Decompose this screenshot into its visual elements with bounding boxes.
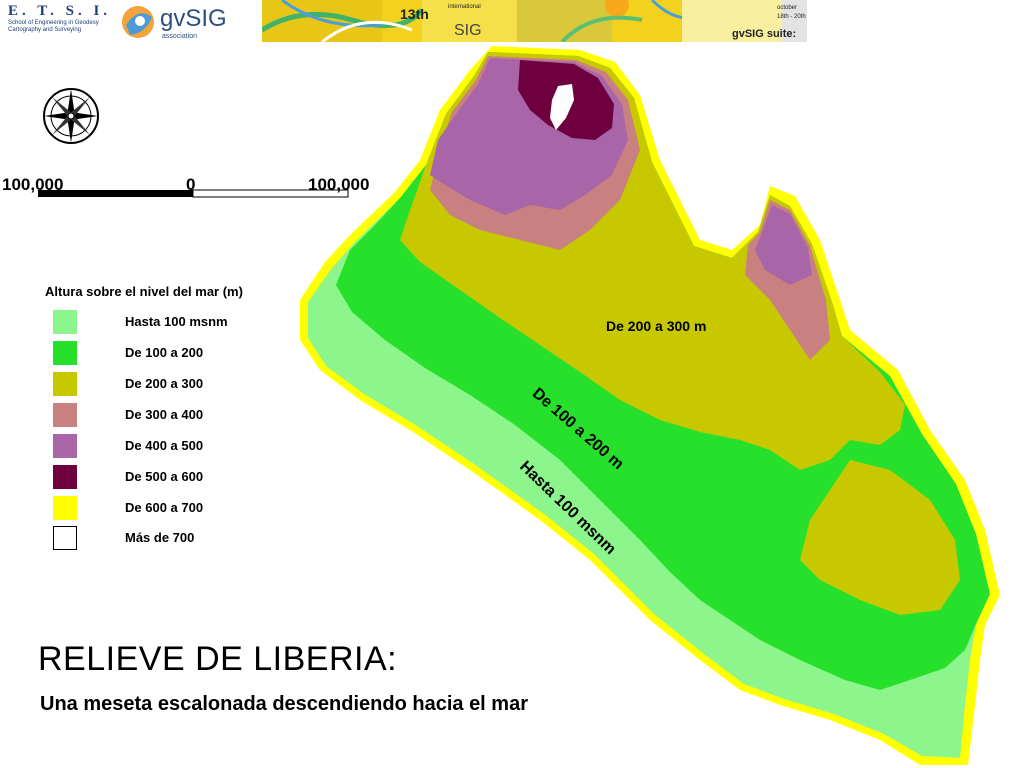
legend-swatch: [53, 341, 77, 365]
legend-swatch: [53, 496, 77, 520]
legend-item: Más de 700: [53, 526, 283, 552]
legend-label: De 600 a 700: [125, 500, 204, 515]
scale-label-center: 0: [186, 175, 196, 194]
legend-item: Hasta 100 msnm: [53, 310, 283, 336]
legend-swatch: [53, 403, 77, 427]
scale-label-left: 100,000: [2, 175, 64, 194]
legend-item: De 400 a 500: [53, 434, 283, 460]
legend-label: Más de 700: [125, 530, 195, 545]
scale-label-right: 100,000: [308, 175, 370, 194]
legend-swatch: [53, 310, 77, 334]
legend-label: De 200 a 300: [125, 376, 204, 391]
legend-swatch: [53, 372, 77, 396]
legend-swatch: [53, 434, 77, 458]
legend-item: De 500 a 600: [53, 465, 283, 491]
legend-item: De 100 a 200: [53, 341, 283, 367]
legend-label: De 500 a 600: [125, 469, 204, 484]
legend-label: Hasta 100 msnm: [125, 314, 228, 329]
legend-item: De 600 a 700: [53, 496, 283, 522]
legend-item: De 200 a 300: [53, 372, 283, 398]
legend-item: De 300 a 400: [53, 403, 283, 429]
legend-title: Altura sobre el nivel del mar (m): [45, 284, 243, 299]
legend-label: De 400 a 500: [125, 438, 204, 453]
legend-label: De 300 a 400: [125, 407, 204, 422]
zone-label-plateau: De 200 a 300 m: [606, 318, 707, 334]
legend-swatch: [53, 465, 77, 489]
compass-rose-icon: [43, 88, 99, 144]
map-title: RELIEVE DE LIBERIA:: [38, 640, 398, 678]
legend-label: De 100 a 200: [125, 345, 204, 360]
map-subtitle: Una meseta escalonada descendiendo hacia…: [40, 693, 528, 715]
legend-swatch: [53, 526, 77, 550]
